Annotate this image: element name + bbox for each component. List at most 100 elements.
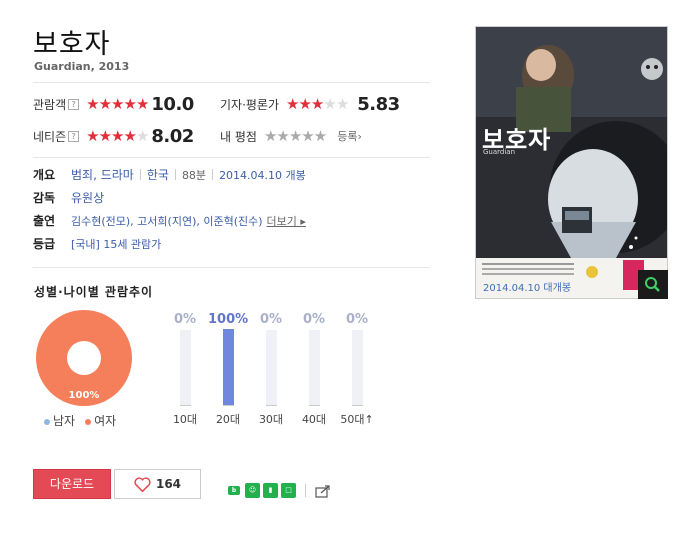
star-icon: ★ <box>286 95 299 113</box>
legend-dot <box>44 418 50 425</box>
netizen-stars: ★ ★ ★ ★ ★ <box>86 127 149 145</box>
critics-rating: 기자·평론가 ★ ★ ★ ★ ★ 5.83 <box>220 93 400 115</box>
star-icon: ★ <box>98 127 112 145</box>
runtime: 88분 <box>181 168 207 182</box>
legend-female-label: 여자 <box>94 414 117 428</box>
director-link[interactable]: 유원상 <box>71 189 104 206</box>
share-bar: b ☺ ▮ □ <box>228 483 331 498</box>
poster-date: 2014.04.10 대개봉 <box>483 283 572 294</box>
like-count: 164 <box>155 477 182 491</box>
divider <box>33 267 430 268</box>
cast-row: 출연 김수현(전모), 고서희(지연), 이준혁(진수) 더보기 ▸ <box>33 212 306 229</box>
star-icon[interactable]: ★ <box>314 127 327 145</box>
poster-subtitle: Guardian <box>483 148 516 156</box>
age-bar-column: 0% 50대↑ <box>337 312 377 427</box>
release-date-link[interactable]: 2014.04.10 개봉 <box>219 167 306 183</box>
director-label: 감독 <box>33 191 56 205</box>
blog-icon[interactable]: b <box>228 486 240 495</box>
legend-male: 남자 <box>44 412 75 429</box>
director-row: 감독 유원상 <box>33 189 104 206</box>
age-bar-fill <box>222 329 234 405</box>
demographics-title: 성별·나이별 관람추이 <box>34 285 154 299</box>
overview-row: 개요 범죄, 드라마 한국 88분 2014.04.10 개봉 <box>33 166 306 183</box>
page-title: 보호자 <box>33 29 111 60</box>
my-rating: 내 평점 ★ ★ ★ ★ ★ 등록› <box>220 125 362 147</box>
cast-more-link[interactable]: 더보기 ▸ <box>267 213 306 229</box>
audience-score: 10.0 <box>151 93 194 115</box>
cast-links[interactable]: 김수현(전모), 고서희(지연), 이준혁(진수) <box>71 213 263 229</box>
magnifier-icon <box>645 277 660 292</box>
band-icon[interactable]: ☺ <box>245 483 260 498</box>
star-icon: ★ <box>86 95 99 113</box>
my-rating-stars[interactable]: ★ ★ ★ ★ ★ <box>264 127 327 145</box>
star-icon: ★ <box>310 95 324 113</box>
share-arrow-icon[interactable] <box>315 484 331 498</box>
star-icon: ★ <box>123 127 136 145</box>
star-icon: ★ <box>111 127 124 145</box>
overview-label: 개요 <box>33 168 56 182</box>
genre-link[interactable]: 범죄, 드라마 <box>71 166 134 183</box>
my-rating-label: 내 평점 <box>220 129 257 144</box>
legend-male-label: 남자 <box>53 414 76 428</box>
age-bar-percent: 0% <box>173 312 197 327</box>
netizen-rating-label: 네티즌 <box>33 129 67 144</box>
divider <box>139 169 141 180</box>
divider <box>305 484 306 497</box>
star-icon: ★ <box>335 95 349 113</box>
zoom-button[interactable] <box>638 270 668 299</box>
grade-link[interactable]: [국내] 15세 관람가 <box>71 236 161 252</box>
pie-label: 100% <box>69 390 100 401</box>
audience-rating-label: 관람객 <box>33 97 67 112</box>
age-bar-label: 20대 <box>215 413 241 426</box>
star-icon: ★ <box>111 95 124 113</box>
age-bar-label: 30대 <box>258 413 284 426</box>
age-bar-percent: 0% <box>345 312 369 327</box>
legend-female: 여자 <box>85 412 116 429</box>
age-bar-track <box>265 330 277 406</box>
critics-stars: ★ ★ ★ ★ ★ <box>286 95 349 113</box>
star-icon: ★ <box>135 127 149 145</box>
help-icon[interactable]: ? <box>68 130 80 142</box>
divider <box>212 169 214 180</box>
age-bar-column: 0% 30대 <box>251 312 291 427</box>
help-icon[interactable]: ? <box>68 98 80 110</box>
age-bar-track <box>351 330 363 406</box>
critics-score: 5.83 <box>357 93 400 115</box>
age-bar-column: 100% 20대 <box>208 312 248 427</box>
poster-image <box>476 27 667 298</box>
age-bar-percent: 0% <box>302 312 326 327</box>
country-link[interactable]: 한국 <box>147 166 169 183</box>
movie-subtitle: Guardian, 2013 <box>34 60 130 73</box>
download-button[interactable]: 다운로드 <box>33 469 111 499</box>
age-bar-label: 40대 <box>301 413 327 426</box>
gender-pie-chart: 100% <box>36 310 132 406</box>
divider <box>33 82 430 83</box>
audience-rating: 관람객 ? ★ ★ ★ ★ ★ 10.0 <box>33 93 194 115</box>
star-icon: ★ <box>86 127 99 145</box>
movie-poster[interactable] <box>475 26 668 299</box>
star-icon[interactable]: ★ <box>264 127 277 145</box>
star-icon[interactable]: ★ <box>289 127 302 145</box>
grade-row: 등급 [국내] 15세 관람가 <box>33 235 161 252</box>
bookmark-icon[interactable]: ▮ <box>263 483 278 498</box>
age-bar-column: 0% 10대 <box>165 312 205 427</box>
netizen-rating: 네티즌 ? ★ ★ ★ ★ ★ 8.02 <box>33 125 194 147</box>
netizen-score: 8.02 <box>151 125 194 147</box>
star-icon: ★ <box>298 95 311 113</box>
heart-icon <box>134 476 151 492</box>
divider <box>174 169 176 180</box>
star-icon[interactable]: ★ <box>276 127 289 145</box>
age-bar-track <box>308 330 320 406</box>
rating-register-link[interactable]: 등록› <box>337 128 362 144</box>
star-icon[interactable]: ★ <box>301 127 314 145</box>
age-bar-track <box>179 330 191 406</box>
age-bar-track <box>222 329 234 406</box>
grade-label: 등급 <box>33 237 56 251</box>
cast-label: 출연 <box>33 214 56 228</box>
star-icon: ★ <box>123 95 136 113</box>
divider <box>33 157 430 158</box>
critics-rating-label: 기자·평론가 <box>220 97 280 112</box>
memo-icon[interactable]: □ <box>281 483 296 498</box>
age-bar-percent: 100% <box>208 312 249 327</box>
like-button[interactable]: 164 <box>114 469 201 499</box>
